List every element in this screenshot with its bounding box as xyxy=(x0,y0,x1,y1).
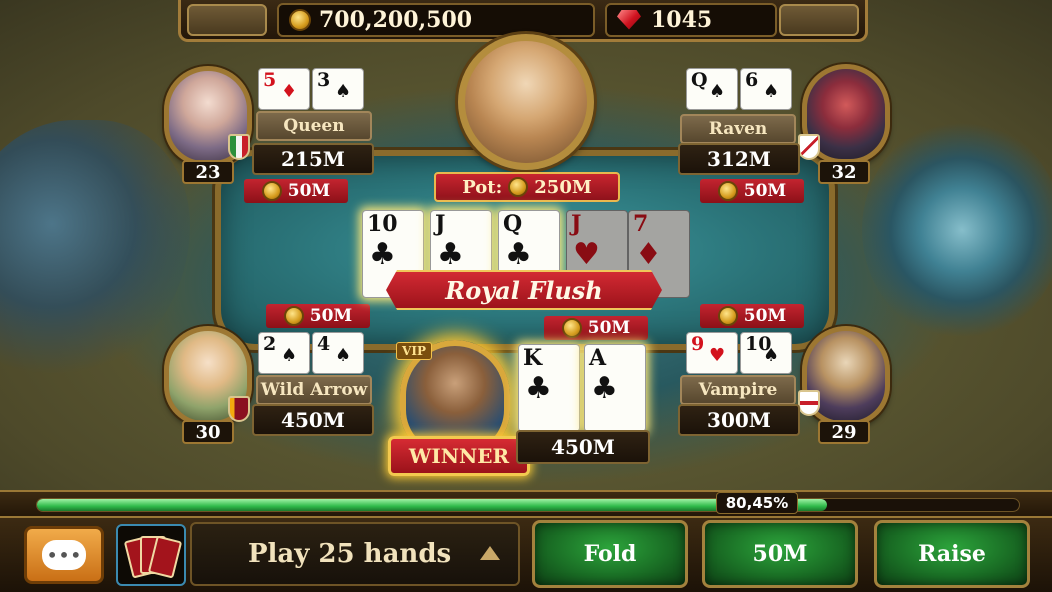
player-level: 23 xyxy=(182,160,234,184)
dealer-portrait xyxy=(458,34,594,170)
coin-amount: 700,200,500 xyxy=(319,6,473,33)
hole-card: 2 ♠ xyxy=(258,332,310,374)
player-level: 32 xyxy=(818,160,870,184)
country-flag-icon xyxy=(798,390,820,416)
progress-track xyxy=(36,498,1020,512)
quest-text: Play 25 hands xyxy=(248,539,452,569)
hole-card: 3 ♠ xyxy=(312,68,364,110)
coin-icon xyxy=(717,181,738,201)
player-level: 29 xyxy=(818,420,870,444)
raise-button[interactable]: Raise xyxy=(874,520,1030,588)
hole-card: A ♣ xyxy=(584,344,646,432)
winged-helmet-decoration xyxy=(0,120,190,380)
pot-label: Pot: xyxy=(462,176,503,198)
player-bet: 50M xyxy=(700,304,804,328)
player-bet: 50M xyxy=(244,179,348,203)
player-chips: 215M xyxy=(252,143,374,175)
expand-up-icon[interactable] xyxy=(480,546,500,560)
coin-icon xyxy=(561,318,582,338)
player-bet: 50M xyxy=(700,179,804,203)
vip-badge: VIP xyxy=(396,342,432,360)
country-flag-icon xyxy=(798,134,820,160)
hole-card: 10 ♠ xyxy=(740,332,792,374)
progress-label: 80,45% xyxy=(716,492,798,514)
player-chips: 300M xyxy=(678,404,800,436)
pot-value: 250M xyxy=(534,176,592,198)
coin-icon xyxy=(289,8,311,31)
gem-balance[interactable]: 1045 xyxy=(605,2,777,37)
player-name: Raven xyxy=(680,114,796,144)
hole-card: K ♣ xyxy=(518,344,580,432)
hand-rankings-button[interactable] xyxy=(116,524,186,586)
winner-badge: WINNER xyxy=(388,436,530,476)
chat-bubble-icon: ••• xyxy=(42,540,86,570)
hole-card: 4 ♠ xyxy=(312,332,364,374)
chat-button[interactable]: ••• xyxy=(24,526,104,584)
gem-amount: 1045 xyxy=(651,6,713,33)
hand-result-banner: Royal Flush xyxy=(386,270,662,310)
player-name: Queen xyxy=(256,111,372,141)
hole-card: 5 ♦ xyxy=(258,68,310,110)
coin-balance[interactable]: 700,200,500 xyxy=(277,2,595,37)
hole-card: 6 ♠ xyxy=(740,68,792,110)
country-flag-icon xyxy=(228,396,250,422)
staff-orb-decoration xyxy=(862,120,1052,340)
menu-ornament-left[interactable] xyxy=(187,3,267,36)
player-level: 30 xyxy=(182,420,234,444)
hole-card: 9 ♥ xyxy=(686,332,738,374)
call-button[interactable]: 50M xyxy=(702,520,858,588)
menu-ornament-right[interactable] xyxy=(779,3,859,36)
coin-icon xyxy=(261,181,282,201)
player-name: Vampire xyxy=(680,375,796,405)
pot-display: Pot: 250M xyxy=(434,172,620,202)
player-name: Wild Arrow xyxy=(256,375,372,405)
player-chips: 312M xyxy=(678,143,800,175)
coin-icon xyxy=(508,177,529,197)
country-flag-icon xyxy=(228,134,250,160)
progress-bar-frame xyxy=(0,490,1052,516)
hole-card: Q ♠ xyxy=(686,68,738,110)
progress-fill xyxy=(37,499,828,511)
coin-icon xyxy=(283,306,304,326)
player-chips: 450M xyxy=(252,404,374,436)
quest-panel[interactable]: Play 25 hands xyxy=(190,522,520,586)
fold-button[interactable]: Fold xyxy=(532,520,688,588)
gem-icon xyxy=(617,9,641,30)
player-chips: 450M xyxy=(516,430,650,464)
player-bet: 50M xyxy=(266,304,370,328)
coin-icon xyxy=(717,306,738,326)
player-bet: 50M xyxy=(544,316,648,340)
